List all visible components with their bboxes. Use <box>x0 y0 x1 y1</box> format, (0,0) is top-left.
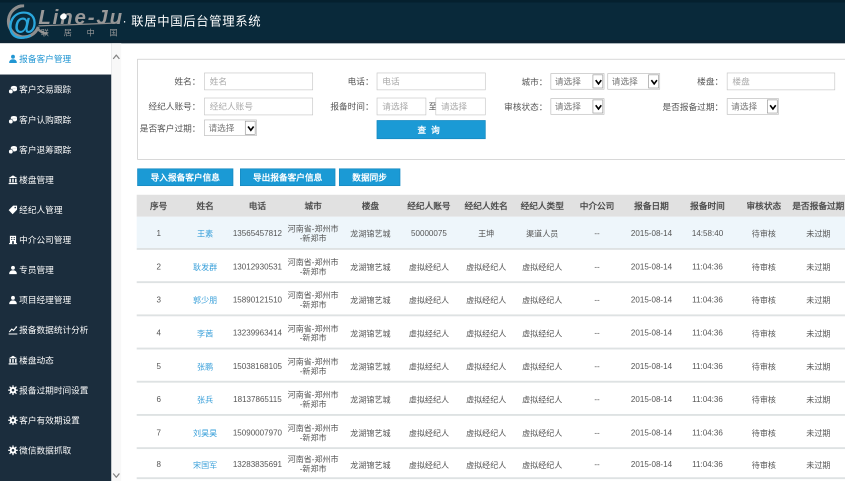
svg-text:@: @ <box>7 6 37 41</box>
